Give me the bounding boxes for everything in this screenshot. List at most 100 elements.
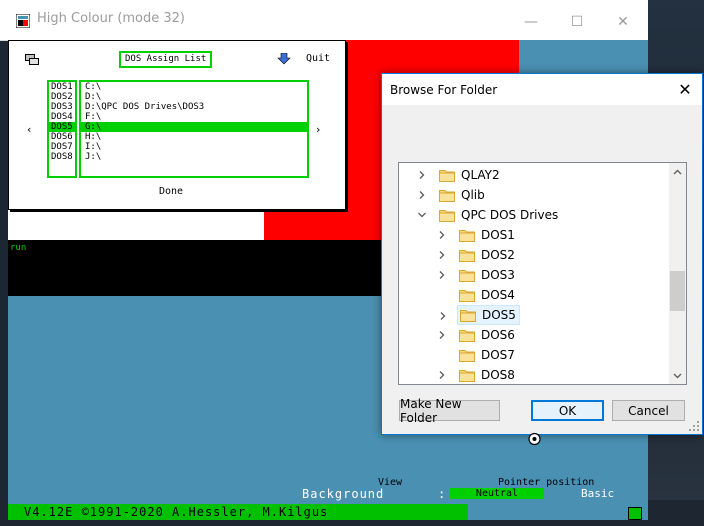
folder-tree[interactable]: QLAY2 Qlib QPC DOS Drives DOS1 DOS2 DOS3 DOS4 D…	[398, 162, 687, 385]
tree-item-label: DOS3	[481, 268, 515, 282]
folder-icon	[459, 329, 475, 342]
minimize-icon: —	[524, 14, 538, 30]
tree-item[interactable]: DOS1	[439, 225, 515, 245]
folder-icon	[460, 309, 476, 322]
dos-path-row[interactable]: D:\QPC DOS Drives\DOS3	[81, 102, 307, 112]
dos-path-row[interactable]: I:\	[81, 142, 307, 152]
cancel-button[interactable]: Cancel	[612, 400, 685, 421]
chevron-right-icon[interactable]	[437, 250, 447, 260]
chevron-down-icon[interactable]	[417, 210, 427, 220]
tree-item[interactable]: DOS6	[439, 325, 515, 345]
chevron-down-icon	[673, 373, 682, 378]
arrow-down-icon[interactable]	[277, 53, 291, 65]
folder-icon	[459, 249, 475, 262]
tree-item-label: QPC DOS Drives	[461, 208, 559, 222]
maximize-icon: ☐	[570, 14, 584, 30]
dos-path-row[interactable]: F:\	[81, 112, 307, 122]
chevron-right-icon[interactable]	[437, 230, 447, 240]
pointer-position-label: Pointer position	[498, 477, 595, 488]
tree-item[interactable]: DOS4	[457, 285, 515, 305]
chevron-right-icon[interactable]	[437, 330, 447, 340]
tree-item-label: DOS4	[481, 288, 515, 302]
browse-close-button[interactable]: ✕	[672, 77, 698, 101]
neutral-option[interactable]: Neutral	[450, 488, 544, 499]
dos-drive-paths: C:\ D:\ D:\QPC DOS Drives\DOS3 F:\ G:\ H…	[79, 80, 309, 178]
dos-path-row[interactable]: C:\	[81, 82, 307, 92]
background-label: Background	[302, 487, 385, 501]
dos-path-row[interactable]: D:\	[81, 92, 307, 102]
dos-dialog-title: DOS Assign List	[119, 51, 213, 68]
run-command-text: run	[10, 243, 27, 253]
qpc-window-title: High Colour (mode 32)	[37, 11, 186, 26]
tree-item[interactable]: DOS5	[440, 305, 520, 325]
chevron-right-icon[interactable]	[417, 170, 427, 180]
folder-icon	[459, 289, 475, 302]
dos-name-row[interactable]: DOS4	[49, 112, 75, 122]
dos-name-row[interactable]: DOS8	[49, 152, 75, 162]
qpc-titlebar[interactable]: High Colour (mode 32) — ☐ ✕	[0, 0, 648, 41]
scroll-up-button[interactable]	[669, 163, 686, 180]
status-bar: V4.12E ©1991-2020 A.Hessler, M.Kilgus	[8, 504, 468, 520]
dos-path-row[interactable]: H:\	[81, 132, 307, 142]
version-text: V4.12E ©1991-2020 A.Hessler, M.Kilgus	[24, 505, 329, 519]
status-indicator-icon	[628, 507, 642, 520]
dos-drive-names: DOS1 DOS2 DOS3 DOS4 DOS5 DOS6 DOS7 DOS8	[47, 80, 77, 178]
tree-item[interactable]: DOS8	[439, 365, 515, 384]
dos-name-row[interactable]: DOS2	[49, 92, 75, 102]
close-icon: ✕	[678, 79, 692, 99]
tree-item[interactable]: DOS7	[457, 345, 515, 365]
tree-item-label: Qlib	[461, 188, 485, 202]
ok-button[interactable]: OK	[531, 400, 604, 421]
browse-titlebar[interactable]: Browse For Folder ✕	[382, 74, 702, 105]
basic-option[interactable]: Basic	[581, 487, 614, 500]
dos-path-row[interactable]: J:\	[81, 152, 307, 162]
tree-item-label: DOS8	[481, 368, 515, 382]
scroll-down-button[interactable]	[669, 367, 686, 384]
tree-item[interactable]: DOS2	[439, 245, 515, 265]
folder-icon	[459, 269, 475, 282]
make-new-folder-button[interactable]: Make New Folder	[399, 397, 500, 425]
minimize-button[interactable]: —	[508, 8, 554, 36]
dos-name-row[interactable]: DOS1	[49, 82, 75, 92]
close-button[interactable]: ✕	[600, 8, 646, 36]
done-button[interactable]: Done	[159, 186, 183, 197]
folder-icon	[459, 369, 475, 382]
resize-grip-icon[interactable]	[688, 420, 700, 432]
scroll-right-icon[interactable]: ›	[316, 123, 320, 136]
dos-name-row[interactable]: DOS7	[49, 142, 75, 152]
tree-item-label: DOS1	[481, 228, 515, 242]
chevron-up-icon	[673, 169, 682, 174]
chevron-right-icon[interactable]	[437, 270, 447, 280]
scroll-left-icon[interactable]: ‹	[27, 123, 31, 136]
dos-name-row[interactable]: DOS5	[49, 122, 75, 132]
chevron-right-icon[interactable]	[438, 311, 448, 321]
folder-icon	[439, 209, 455, 222]
quit-button[interactable]: Quit	[306, 53, 330, 64]
tree-item-label: DOS7	[481, 348, 515, 362]
tree-item-label: DOS6	[481, 328, 515, 342]
move-window-icon[interactable]	[25, 54, 39, 65]
background-colon: :	[438, 487, 446, 501]
chevron-right-icon[interactable]	[437, 370, 447, 380]
dos-name-row[interactable]: DOS6	[49, 132, 75, 142]
tree-item-label: QLAY2	[461, 168, 500, 182]
tree-item[interactable]: DOS3	[439, 265, 515, 285]
tree-item[interactable]: Qlib	[419, 185, 485, 205]
scroll-thumb[interactable]	[670, 271, 685, 311]
qpc-app-icon	[16, 14, 30, 28]
maximize-button[interactable]: ☐	[554, 8, 600, 36]
folder-icon	[459, 229, 475, 242]
tree-scrollbar[interactable]	[669, 163, 686, 384]
folder-icon	[439, 169, 455, 182]
tree-item[interactable]: QPC DOS Drives	[418, 205, 559, 225]
tree-item-label: DOS5	[482, 308, 516, 322]
dos-name-row[interactable]: DOS3	[49, 102, 75, 112]
browse-for-folder-dialog: Browse For Folder ✕ QLAY2 Qlib QPC DOS Dri…	[381, 73, 703, 435]
chevron-right-icon[interactable]	[417, 190, 427, 200]
close-icon: ✕	[617, 14, 629, 30]
dos-path-row[interactable]: G:\	[81, 122, 307, 132]
folder-icon	[439, 189, 455, 202]
tree-item[interactable]: QLAY2	[419, 165, 500, 185]
folder-icon	[459, 349, 475, 362]
browse-dialog-title: Browse For Folder	[390, 83, 498, 97]
